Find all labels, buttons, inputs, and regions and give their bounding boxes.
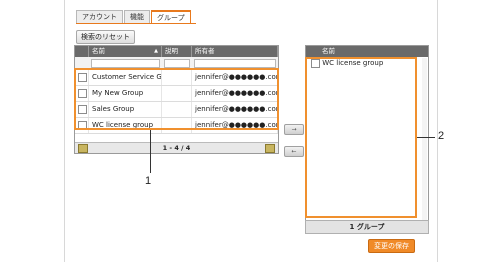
first-page-icon[interactable] [78, 144, 88, 153]
tab-underline [76, 23, 196, 24]
available-groups-grid: 名前 ▲ 説明 所有者 Customer Service G jennifer@●… [74, 45, 279, 154]
filter-name-input[interactable] [91, 59, 160, 68]
selected-groups-list: 名前 WC license group [305, 45, 429, 233]
scrollbar[interactable] [422, 58, 427, 228]
pager-label: 1 - 4 / 4 [162, 144, 191, 152]
header-select-column [75, 46, 89, 57]
callout-1-leader [150, 130, 151, 173]
reset-search-button[interactable]: 検索のリセット [76, 30, 135, 44]
table-row[interactable]: Customer Service G jennifer@●●●●●●.com [75, 70, 278, 86]
add-to-selected-button[interactable]: → [284, 124, 304, 135]
group-name: My New Group [89, 86, 162, 101]
table-row[interactable]: WC license group jennifer@●●●●●●.com [75, 118, 278, 134]
row-checkbox[interactable] [78, 120, 87, 130]
row-checkbox[interactable] [78, 88, 87, 98]
filter-row [75, 57, 278, 70]
tab-features[interactable]: 機能 [124, 10, 150, 23]
remove-from-selected-button[interactable]: ← [284, 146, 304, 157]
save-changes-button[interactable]: 変更の保存 [368, 239, 415, 253]
group-name: WC license group [89, 118, 162, 133]
group-description [162, 102, 192, 117]
tab-account[interactable]: アカウント [76, 10, 123, 23]
group-description [162, 70, 192, 85]
sort-asc-icon: ▲ [154, 48, 158, 54]
group-name: Customer Service G [89, 70, 162, 85]
tab-bar: アカウント 機能 グループ [76, 10, 192, 24]
row-checkbox[interactable] [78, 104, 87, 114]
callout-2-leader [417, 137, 435, 138]
callout-1: 1 [145, 175, 152, 187]
header-name[interactable]: 名前 ▲ [89, 46, 162, 57]
group-owner: jennifer@●●●●●●.com [192, 86, 278, 101]
group-description [162, 118, 192, 133]
group-owner: jennifer@●●●●●●.com [192, 102, 278, 117]
callout-2: 2 [438, 130, 445, 142]
row-checkbox[interactable] [78, 72, 87, 82]
filter-description-input[interactable] [164, 59, 190, 68]
group-name: Sales Group [89, 102, 162, 117]
filter-owner-input[interactable] [194, 59, 276, 68]
header-owner[interactable]: 所有者 [192, 46, 278, 57]
table-row[interactable]: My New Group jennifer@●●●●●●.com [75, 86, 278, 102]
grid-header: 名前 ▲ 説明 所有者 [75, 46, 278, 57]
table-row[interactable]: Sales Group jennifer@●●●●●●.com [75, 102, 278, 118]
selected-group-name: WC license group [322, 59, 384, 67]
group-owner: jennifer@●●●●●●.com [192, 118, 278, 133]
selected-count: 1 グループ [305, 220, 429, 234]
group-description [162, 86, 192, 101]
tab-groups[interactable]: グループ [151, 10, 191, 24]
item-checkbox[interactable] [311, 58, 320, 68]
group-owner: jennifer@●●●●●●.com [192, 70, 278, 85]
selected-header-name: 名前 [306, 46, 428, 57]
list-item[interactable]: WC license group [306, 57, 428, 70]
last-page-icon[interactable] [265, 144, 275, 153]
header-description[interactable]: 説明 [162, 46, 192, 57]
pager: 1 - 4 / 4 [75, 142, 278, 153]
